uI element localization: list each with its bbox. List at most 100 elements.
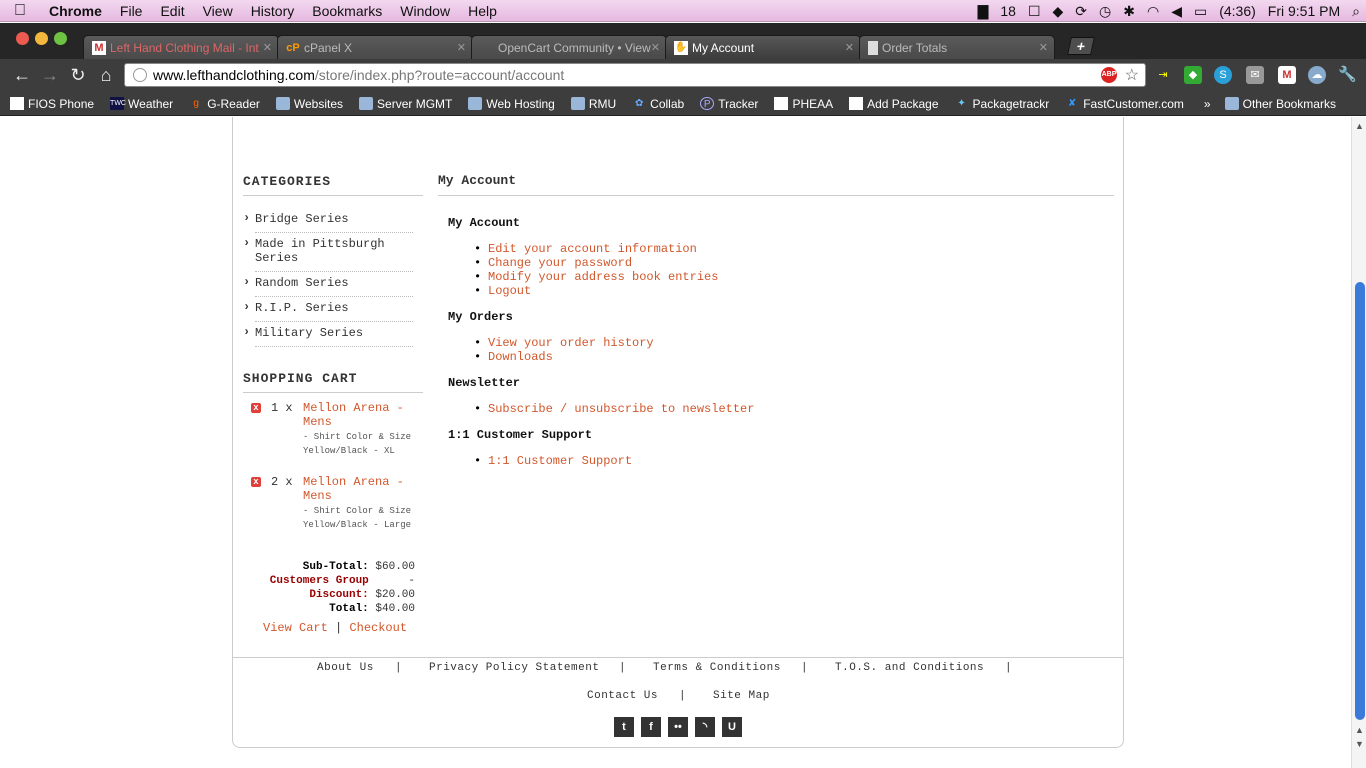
minimize-window-icon[interactable]: [35, 32, 48, 45]
new-tab-button[interactable]: +: [1067, 37, 1095, 55]
address-book-link[interactable]: Modify your address book entries: [474, 270, 718, 284]
menu-history[interactable]: History: [242, 0, 304, 22]
category-made-in-pittsburgh[interactable]: Made in Pittsburgh Series: [243, 236, 413, 272]
footer-privacy-link[interactable]: Privacy Policy Statement: [429, 662, 599, 674]
menu-view[interactable]: View: [194, 0, 242, 22]
close-tab-icon[interactable]: ✕: [845, 41, 854, 54]
evernote-status-icon[interactable]: ◆: [1047, 0, 1070, 22]
cart-item-name[interactable]: Mellon Arena - Mens: [303, 401, 413, 429]
skype-extension-icon[interactable]: S: [1214, 66, 1232, 84]
scroll-up-icon[interactable]: ▲: [1355, 725, 1364, 735]
tab-opencart[interactable]: OpenCart Community • View ✕: [471, 35, 667, 59]
bookmark-web-hosting[interactable]: Web Hosting: [468, 97, 555, 111]
page-info-icon[interactable]: [133, 68, 147, 82]
bookmark-server-mgmt[interactable]: Server MGMT: [359, 97, 452, 111]
cart-item-name[interactable]: Mellon Arena - Mens: [303, 475, 413, 503]
battery-icon[interactable]: ▭: [1188, 0, 1213, 22]
bookmark-fastcustomer[interactable]: ✘ FastCustomer.com: [1065, 97, 1184, 111]
bookmark-packagetrackr[interactable]: ✦ Packagetrackr: [955, 97, 1049, 111]
category-bridge-series[interactable]: Bridge Series: [243, 211, 413, 233]
scroll-down-icon[interactable]: ▼: [1355, 739, 1364, 749]
volume-icon[interactable]: ◀: [1165, 0, 1188, 22]
close-tab-icon[interactable]: ✕: [457, 41, 466, 54]
evernote-extension-icon[interactable]: ◆: [1184, 66, 1202, 84]
bookmark-websites[interactable]: Websites: [275, 97, 343, 111]
footer-tos-link[interactable]: T.O.S. and Conditions: [835, 662, 984, 674]
order-history-link[interactable]: View your order history: [474, 336, 654, 350]
rss-icon[interactable]: ◝: [695, 717, 715, 737]
bookmark-collab[interactable]: ✿ Collab: [632, 97, 684, 111]
folder-status-icon[interactable]: ▇: [972, 0, 995, 22]
tab-order-totals[interactable]: Order Totals ✕: [859, 35, 1055, 59]
forward-icon[interactable]: →: [36, 65, 64, 86]
facebook-icon[interactable]: f: [641, 717, 661, 737]
gmail-extension-icon[interactable]: M: [1278, 66, 1296, 84]
extension-signin-icon[interactable]: ⇥: [1154, 66, 1172, 84]
time-machine-icon[interactable]: ◷: [1093, 0, 1117, 22]
tab-cpanel[interactable]: cP cPanel X ✕: [277, 35, 473, 59]
menu-window[interactable]: Window: [391, 0, 459, 22]
menu-app-name[interactable]: Chrome: [40, 0, 111, 22]
reload-icon[interactable]: ↻: [64, 65, 92, 86]
category-random-series[interactable]: Random Series: [243, 275, 413, 297]
chat-status-icon[interactable]: ☐: [1022, 0, 1047, 22]
category-rip-series[interactable]: R.I.P. Series: [243, 300, 413, 322]
footer-about-us-link[interactable]: About Us: [317, 662, 374, 674]
notification-count[interactable]: 18: [994, 0, 1022, 22]
adblock-icon[interactable]: ABP: [1101, 67, 1117, 83]
tab-gmail[interactable]: M Left Hand Clothing Mail - Int ✕: [83, 35, 279, 59]
bluetooth-icon[interactable]: ✱: [1117, 0, 1141, 22]
bookmarks-overflow-chevron-icon[interactable]: »: [1204, 97, 1211, 111]
wifi-icon[interactable]: ◠: [1141, 0, 1165, 22]
close-tab-icon[interactable]: ✕: [1039, 41, 1048, 54]
vertical-scrollbar[interactable]: ▲ ▲ ▼: [1351, 117, 1366, 768]
menubar-clock[interactable]: Fri 9:51 PM: [1262, 0, 1346, 22]
menu-file[interactable]: File: [111, 0, 152, 22]
footer-sitemap-link[interactable]: Site Map: [713, 690, 770, 702]
edit-account-link[interactable]: Edit your account information: [474, 242, 697, 256]
bookmark-fios-phone[interactable]: FIOS Phone: [10, 97, 94, 111]
footer-contact-link[interactable]: Contact Us: [587, 690, 658, 702]
flickr-icon[interactable]: ••: [668, 717, 688, 737]
scroll-up-icon[interactable]: ▲: [1355, 121, 1364, 131]
menu-edit[interactable]: Edit: [151, 0, 193, 22]
back-icon[interactable]: ←: [8, 65, 36, 86]
address-bar[interactable]: www.lefthandclothing.com/store/index.php…: [124, 63, 1146, 87]
scrollbar-thumb[interactable]: [1355, 282, 1365, 720]
home-icon[interactable]: ⌂: [92, 65, 120, 86]
close-window-icon[interactable]: [16, 32, 29, 45]
tab-my-account[interactable]: ✋ My Account ✕: [665, 35, 861, 59]
apple-menu-icon[interactable]: : [0, 2, 40, 20]
category-military-series[interactable]: Military Series: [243, 325, 413, 347]
logout-link[interactable]: Logout: [474, 284, 531, 298]
spotlight-icon[interactable]: ⌕: [1346, 0, 1366, 22]
twitter-icon[interactable]: t: [614, 717, 634, 737]
sync-status-icon[interactable]: ⟳: [1069, 0, 1093, 22]
newsletter-link[interactable]: Subscribe / unsubscribe to newsletter: [474, 402, 754, 416]
mail-checker-icon[interactable]: ✉: [1246, 66, 1264, 84]
remove-item-icon[interactable]: x: [251, 477, 261, 487]
checkout-link[interactable]: Checkout: [349, 621, 407, 635]
cloud-extension-icon[interactable]: ☁: [1308, 66, 1326, 84]
bookmark-rmu[interactable]: RMU: [570, 97, 616, 111]
bookmark-add-package[interactable]: Add Package: [849, 97, 939, 111]
footer-terms-link[interactable]: Terms & Conditions: [653, 662, 781, 674]
customer-support-link[interactable]: 1:1 Customer Support: [474, 454, 632, 468]
bookmark-star-icon[interactable]: ☆: [1125, 65, 1139, 85]
view-cart-link[interactable]: View Cart: [263, 621, 328, 635]
remove-item-icon[interactable]: x: [251, 403, 261, 413]
bookmark-pheaa[interactable]: PHEAA: [774, 97, 833, 111]
menu-bookmarks[interactable]: Bookmarks: [303, 0, 391, 22]
zoom-window-icon[interactable]: [54, 32, 67, 45]
change-password-link[interactable]: Change your password: [474, 256, 632, 270]
bookmark-g-reader[interactable]: g G-Reader: [189, 97, 259, 111]
bookmark-other-bookmarks[interactable]: Other Bookmarks: [1224, 97, 1336, 111]
battery-time[interactable]: (4:36): [1213, 0, 1262, 22]
bookmark-tracker[interactable]: P Tracker: [700, 97, 758, 111]
menu-help[interactable]: Help: [459, 0, 506, 22]
bookmark-weather[interactable]: TWC Weather: [110, 97, 173, 111]
ustream-icon[interactable]: U: [722, 717, 742, 737]
wrench-menu-icon[interactable]: 🔧: [1338, 66, 1357, 84]
close-tab-icon[interactable]: ✕: [263, 41, 272, 54]
close-tab-icon[interactable]: ✕: [651, 41, 660, 54]
